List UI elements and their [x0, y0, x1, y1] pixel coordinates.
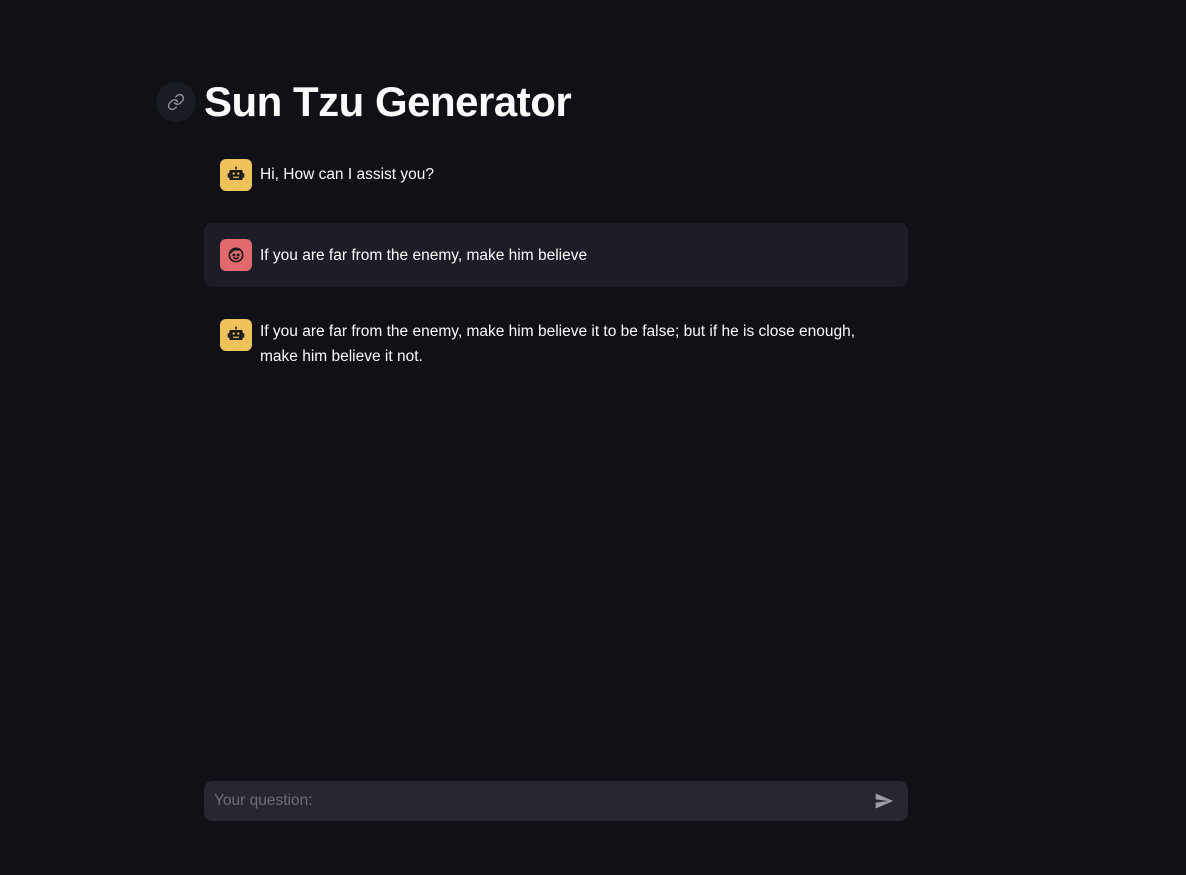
question-input[interactable] — [212, 780, 868, 822]
robot-icon — [220, 319, 252, 351]
message-text: If you are far from the enemy, make him … — [260, 246, 588, 264]
app-root: Sun Tzu Generator Hi, How can I assist y… — [0, 0, 1186, 875]
message-text: Hi, How can I assist you? — [260, 166, 435, 183]
message-text: If you are far from the enemy, make him … — [260, 323, 856, 365]
chat-message-wrapper: If you are far from the enemy, make him … — [204, 319, 908, 369]
chat-message-wrapper: If you are far from the enemy, make him … — [204, 223, 908, 287]
chat-input-container — [204, 780, 908, 822]
robot-icon — [220, 159, 252, 191]
link-anchor-button[interactable] — [156, 82, 196, 122]
chat-message-list: Hi, How can I assist you? — [204, 159, 908, 191]
face-icon — [220, 239, 252, 271]
send-icon — [875, 793, 894, 809]
assistant-message: Hi, How can I assist you? — [204, 159, 908, 191]
header: Sun Tzu Generator — [156, 78, 572, 126]
send-button[interactable] — [868, 785, 900, 817]
page-title: Sun Tzu Generator — [204, 78, 572, 125]
link-icon — [167, 93, 185, 111]
assistant-message: If you are far from the enemy, make him … — [204, 319, 908, 369]
user-message: If you are far from the enemy, make him … — [204, 223, 908, 287]
